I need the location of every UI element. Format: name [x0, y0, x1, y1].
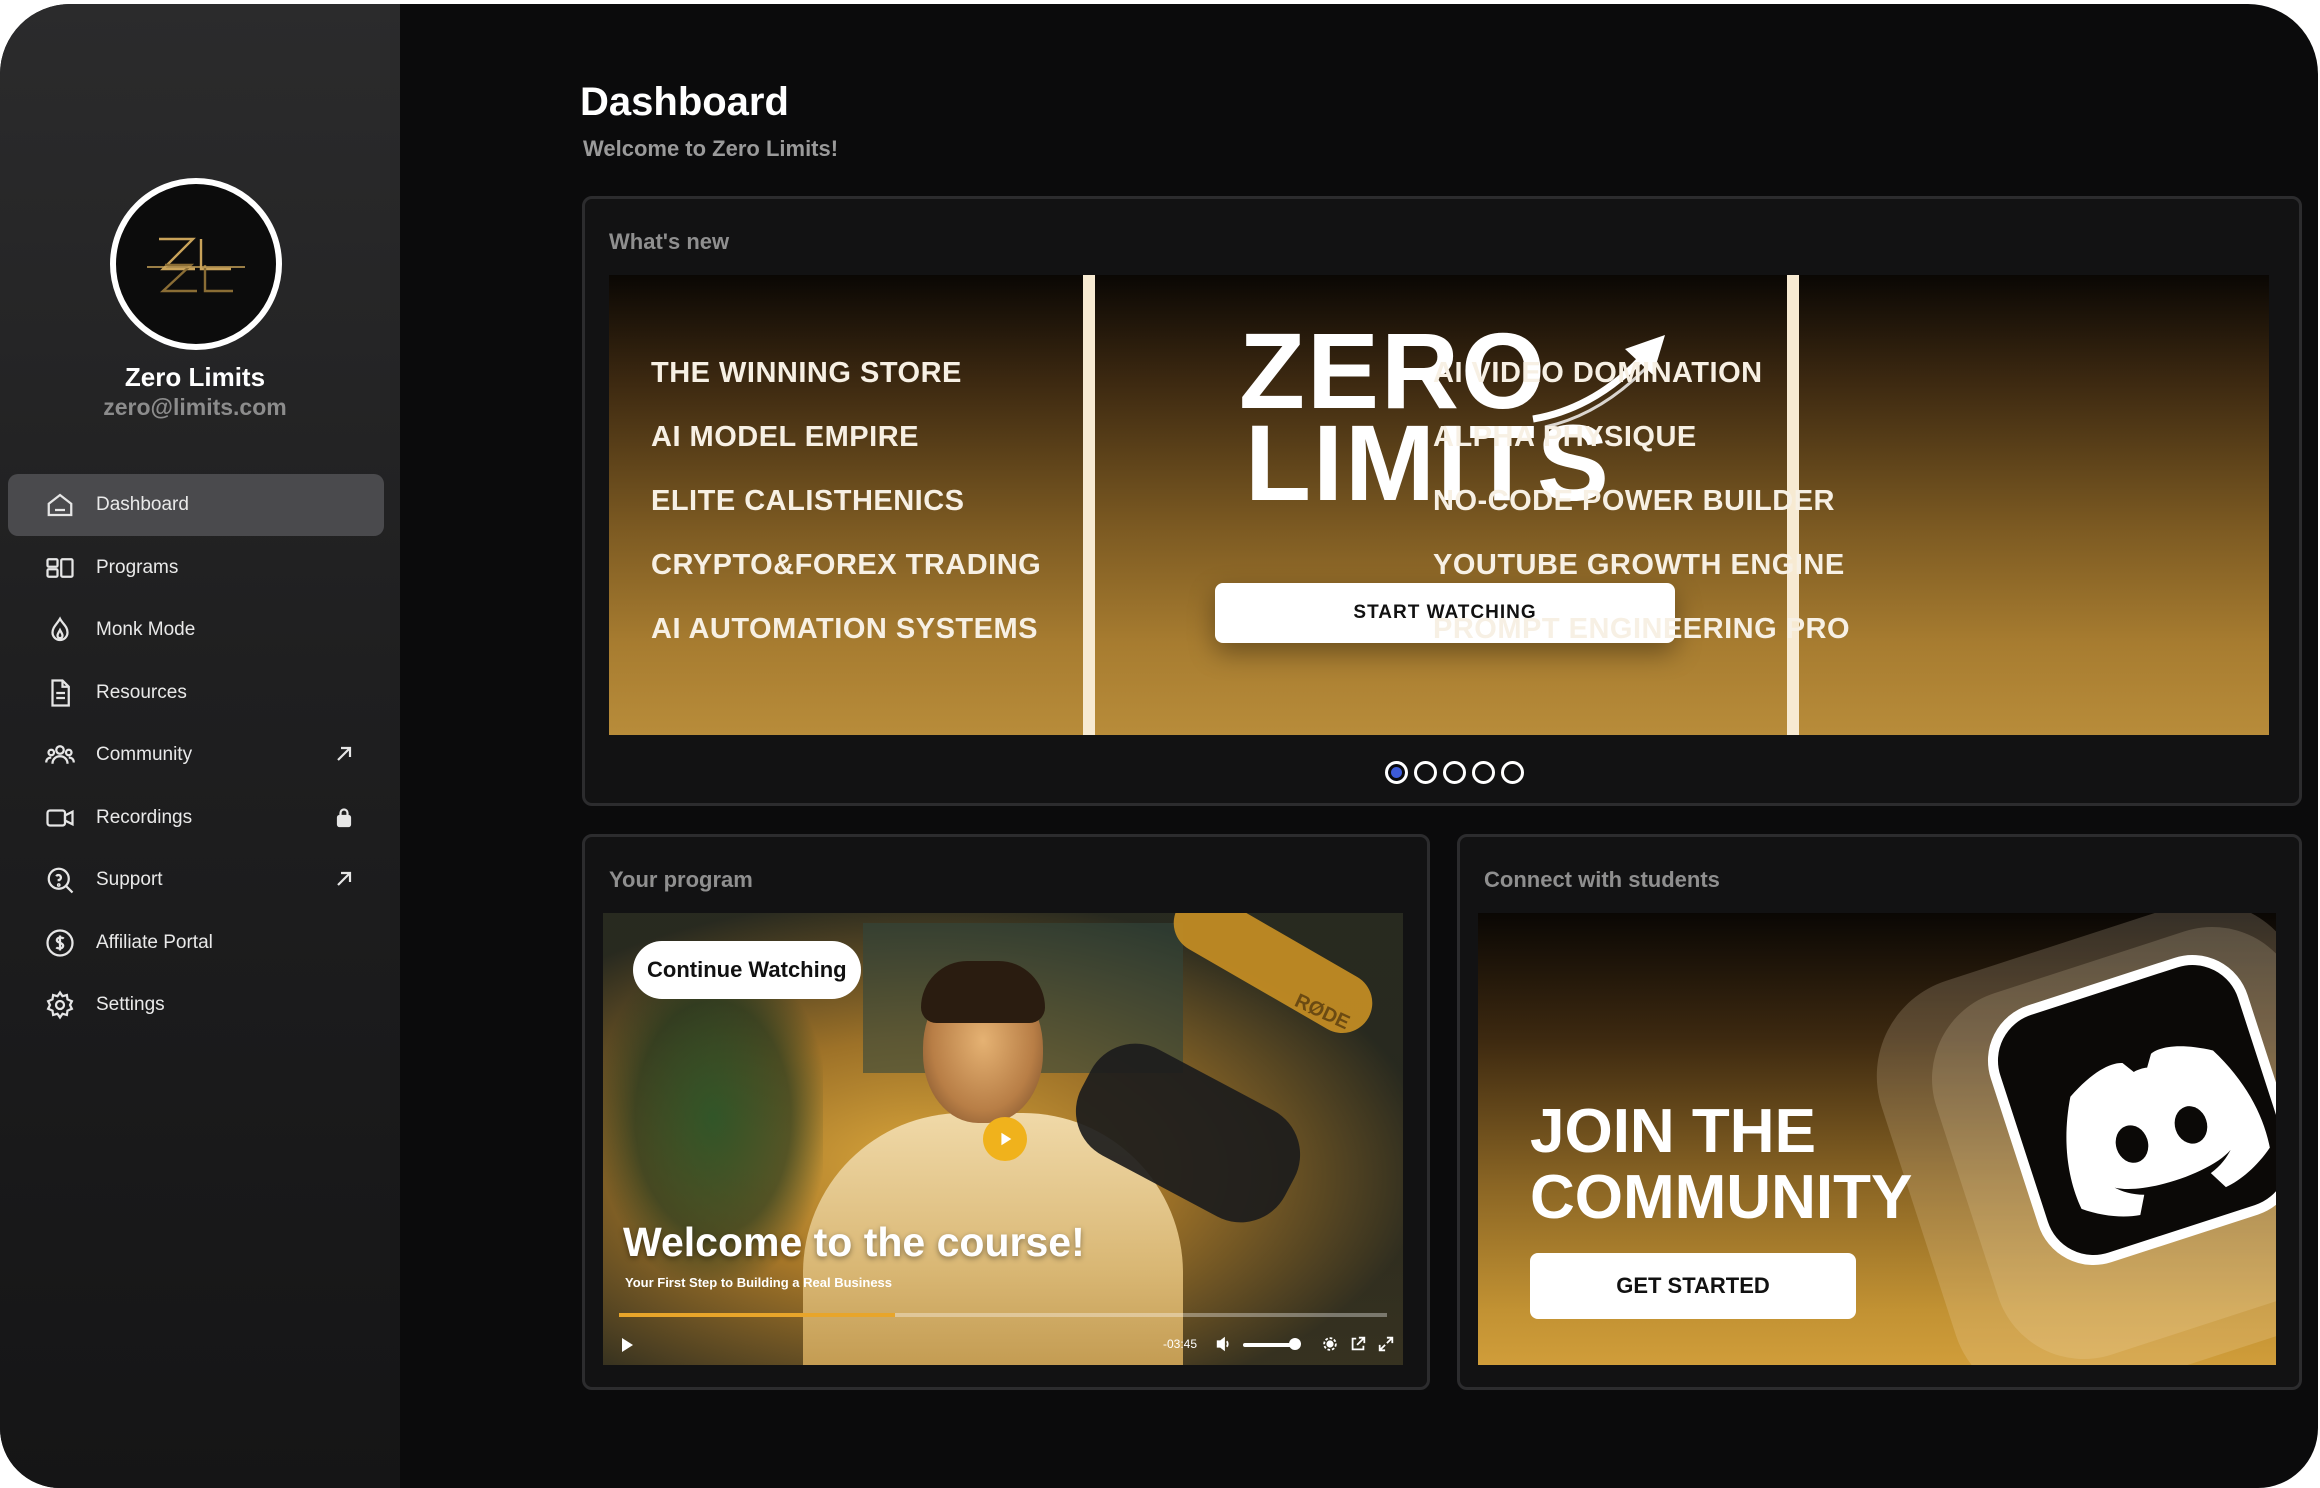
sidebar-item-support[interactable]: Support — [8, 849, 384, 911]
sidebar-item-label: Resources — [96, 681, 187, 703]
video-title: Welcome to the course! — [623, 1219, 1085, 1265]
connect-students-panel: Connect with students JOIN THE COMMUNITY… — [1457, 834, 2302, 1390]
volume-slider[interactable] — [1243, 1343, 1293, 1347]
program-name: AI VIDEO DOMINATION — [1433, 357, 1763, 389]
home-icon — [44, 489, 76, 521]
promo-banner[interactable]: THE WINNING STORE AI MODEL EMPIRE ELITE … — [609, 275, 2269, 735]
external-link-icon — [332, 867, 356, 891]
user-email: zero@limits.com — [103, 394, 287, 420]
sidebar-item-monk-mode[interactable]: Monk Mode — [8, 599, 384, 661]
carousel-dots — [1385, 761, 1524, 784]
presenter-hair — [921, 961, 1045, 1023]
program-name: AI AUTOMATION SYSTEMS — [651, 613, 1038, 645]
page-title: Dashboard — [580, 80, 789, 124]
carousel-dot[interactable] — [1414, 761, 1437, 784]
sidebar-item-settings[interactable]: Settings — [8, 974, 384, 1036]
fullscreen-icon[interactable] — [1377, 1335, 1395, 1353]
zl-logo-icon — [147, 237, 245, 293]
panel-title: Connect with students — [1484, 867, 1720, 892]
page-subtitle: Welcome to Zero Limits! — [583, 136, 839, 161]
sidebar-item-label: Monk Mode — [96, 619, 196, 640]
gear-icon[interactable] — [1321, 1335, 1339, 1353]
program-name: ELITE CALISTHENICS — [651, 485, 965, 517]
video-subtitle: Your First Step to Building a Real Busin… — [625, 1275, 893, 1290]
program-name: AI MODEL EMPIRE — [651, 421, 919, 453]
sidebar: Zero Limits zero@limits.com Dashboard Pr… — [0, 4, 400, 1488]
avatar[interactable] — [110, 178, 282, 350]
banner-divider — [1083, 275, 1095, 735]
support-icon — [44, 864, 76, 896]
sidebar-item-recordings[interactable]: Recordings — [8, 787, 384, 849]
sidebar-item-resources[interactable]: Resources — [8, 662, 384, 724]
program-name: PROMPT ENGINEERING PRO — [1433, 613, 1851, 645]
volume-knob[interactable] — [1289, 1338, 1301, 1350]
mic-arm — [1162, 913, 1384, 1044]
program-list-left: THE WINNING STORE AI MODEL EMPIRE ELITE … — [651, 355, 1041, 675]
sidebar-item-label: Affiliate Portal — [96, 931, 213, 953]
main-content: Dashboard Welcome to Zero Limits! What's… — [400, 4, 2318, 1488]
headline-line: COMMUNITY — [1530, 1163, 1913, 1232]
external-link-icon — [332, 742, 356, 766]
gear-icon — [44, 989, 76, 1021]
video-controls: -03:45 — [603, 1325, 1403, 1365]
sidebar-item-affiliate-portal[interactable]: Affiliate Portal — [8, 912, 384, 974]
sidebar-item-label: Programs — [96, 556, 179, 578]
time-remaining: -03:45 — [1163, 1337, 1198, 1351]
headline-line: JOIN THE — [1530, 1097, 1816, 1166]
community-headline: JOIN THE COMMUNITY — [1530, 1099, 1912, 1231]
video-icon — [44, 802, 76, 834]
continue-watching-button[interactable]: Continue Watching — [633, 941, 861, 999]
video-player[interactable]: RØDE Continue Watching Welcome to the co… — [603, 913, 1403, 1365]
play-button[interactable] — [983, 1117, 1027, 1161]
play-icon[interactable] — [617, 1335, 637, 1355]
document-icon — [44, 677, 76, 709]
volume-icon[interactable] — [1215, 1335, 1233, 1353]
lock-icon — [332, 805, 356, 829]
dollar-icon — [44, 927, 76, 959]
panel-title: What's new — [609, 229, 730, 254]
flame-icon — [44, 614, 76, 646]
popout-icon[interactable] — [1349, 1335, 1367, 1353]
program-name: NO-CODE POWER BUILDER — [1433, 485, 1835, 517]
whats-new-panel: What's new THE WINNING STORE AI MODEL EM… — [582, 196, 2302, 806]
program-name: CRYPTO&FOREX TRADING — [651, 549, 1042, 581]
carousel-dot[interactable] — [1443, 761, 1466, 784]
program-name: YOUTUBE GROWTH ENGINE — [1433, 549, 1845, 581]
program-name: THE WINNING STORE — [651, 357, 962, 389]
sidebar-item-label: Support — [96, 869, 163, 890]
user-name: Zero Limits — [124, 362, 266, 392]
get-started-button[interactable]: GET STARTED — [1530, 1253, 1856, 1319]
sidebar-item-label: Dashboard — [96, 494, 189, 515]
sidebar-item-label: Community — [96, 744, 193, 765]
your-program-panel: Your program RØDE Continue Watching Welc… — [582, 834, 1430, 1390]
carousel-dot[interactable] — [1472, 761, 1495, 784]
video-progress-fill — [619, 1313, 896, 1317]
users-icon — [44, 739, 76, 771]
video-progress-bar[interactable] — [619, 1313, 1387, 1317]
programs-icon — [44, 552, 76, 584]
carousel-dot[interactable] — [1501, 761, 1524, 784]
sidebar-item-community[interactable]: Community — [8, 724, 384, 786]
panel-title: Your program — [609, 867, 753, 892]
program-list-right: AI VIDEO DOMINATION ALPHA PHYSIQUE NO-CO… — [1433, 355, 1850, 675]
sidebar-nav: Dashboard Programs Monk Mode Resources C… — [8, 474, 384, 1037]
carousel-dot[interactable] — [1385, 761, 1408, 784]
app-window: Zero Limits zero@limits.com Dashboard Pr… — [0, 4, 2318, 1488]
sidebar-item-dashboard[interactable]: Dashboard — [8, 474, 384, 536]
play-icon — [1001, 1132, 1012, 1146]
community-banner[interactable]: JOIN THE COMMUNITY GET STARTED — [1478, 913, 2276, 1365]
sidebar-item-label: Recordings — [96, 806, 193, 828]
program-name: ALPHA PHYSIQUE — [1433, 421, 1697, 453]
sidebar-item-label: Settings — [96, 994, 165, 1015]
sidebar-item-programs[interactable]: Programs — [8, 537, 384, 599]
